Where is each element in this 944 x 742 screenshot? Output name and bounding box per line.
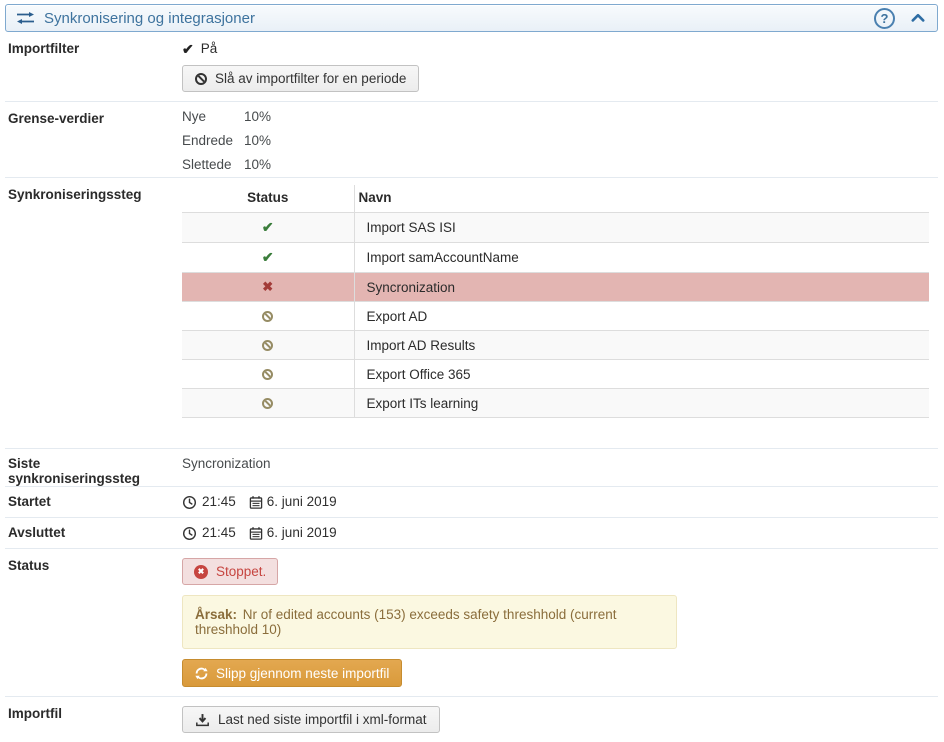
table-row: ✔ Import SAS ISI — [182, 213, 929, 243]
skipped-icon — [262, 340, 273, 351]
table-row: Import AD Results — [182, 331, 929, 360]
siste-steg-value: Syncronization — [182, 449, 938, 486]
status-badge-text: Stoppet. — [216, 564, 266, 579]
help-glyph: ? — [881, 11, 889, 26]
clock-icon — [182, 526, 197, 541]
section-importfilter: Importfilter ✔ På Slå av importfilter fo… — [5, 32, 938, 102]
skipped-icon — [262, 369, 273, 380]
status-badge: ✖ Stoppet. — [182, 558, 278, 585]
skipped-icon — [262, 311, 273, 322]
step-name: Export Office 365 — [354, 360, 929, 389]
reason-label: Årsak: — [195, 607, 237, 622]
limit-name: Slettede — [182, 153, 244, 177]
startet-label: Startet — [5, 487, 182, 517]
step-name: Export ITs learning — [354, 389, 929, 418]
column-header-navn: Navn — [354, 185, 929, 213]
sync-panel: Synkronisering og integrasjoner ? Import… — [0, 0, 944, 742]
siste-steg-label: Siste synkroniseringssteg — [5, 449, 182, 486]
panel-title: Synkronisering og integrasjoner — [44, 10, 874, 27]
refresh-icon — [195, 667, 208, 680]
calendar-icon — [249, 495, 263, 510]
section-grense-verdier: Grense-verdier Nye 10% Endrede 10% Slett… — [5, 102, 938, 178]
calendar-icon — [249, 526, 263, 541]
section-synkroniseringssteg: Synkroniseringssteg Status Navn ✔ Import… — [5, 178, 938, 449]
step-name: Import samAccountName — [354, 243, 929, 273]
clock-icon — [182, 495, 197, 510]
startet-datetime: 21:45 6. juni 2019 — [182, 494, 938, 509]
section-siste-steg: Siste synkroniseringssteg Syncronization — [5, 449, 938, 487]
step-name: Syncronization — [354, 273, 929, 302]
help-icon[interactable]: ? — [874, 8, 895, 29]
step-name: Export AD — [354, 302, 929, 331]
limit-value: 10% — [244, 129, 271, 153]
avsluttet-time: 21:45 — [202, 525, 236, 540]
limit-value: 10% — [244, 153, 271, 177]
table-row: Export ITs learning — [182, 389, 929, 418]
skipped-icon — [262, 398, 273, 409]
success-icon: ✔ — [262, 249, 274, 265]
startet-date: 6. juni 2019 — [267, 494, 337, 509]
step-name: Import AD Results — [354, 331, 929, 360]
release-next-importfile-button[interactable]: Slipp gjennom neste importfil — [182, 659, 402, 687]
importfilter-state-text: På — [201, 41, 218, 56]
section-startet: Startet 21:45 6. juni 2019 — [5, 487, 938, 518]
importfilter-state: ✔ På — [182, 41, 938, 56]
startet-time: 21:45 — [202, 494, 236, 509]
section-avsluttet: Avsluttet 21:45 6. juni 2019 — [5, 518, 938, 549]
limit-name: Endrede — [182, 129, 244, 153]
check-icon: ✔ — [182, 42, 194, 56]
disable-importfilter-button[interactable]: Slå av importfilter for en periode — [182, 65, 419, 92]
panel-header: Synkronisering og integrasjoner ? — [5, 4, 938, 32]
avsluttet-date: 6. juni 2019 — [267, 525, 337, 540]
error-icon: ✖ — [262, 279, 273, 294]
sync-swap-icon — [16, 11, 35, 25]
avsluttet-datetime: 21:45 6. juni 2019 — [182, 525, 938, 540]
collapse-chevron-up-icon[interactable] — [911, 13, 925, 23]
error-circle-icon: ✖ — [194, 565, 208, 579]
column-header-status: Status — [182, 185, 354, 213]
limit-row-slettede: Slettede 10% — [182, 153, 938, 177]
status-label: Status — [5, 549, 182, 696]
limit-row-endrede: Endrede 10% — [182, 129, 938, 153]
step-name: Import SAS ISI — [354, 213, 929, 243]
reason-text: Nr of edited accounts (153) exceeds safe… — [195, 607, 617, 637]
limit-value: 10% — [244, 105, 271, 129]
reason-alert: Årsak: Nr of edited accounts (153) excee… — [182, 595, 677, 649]
ban-icon — [195, 73, 207, 85]
avsluttet-label: Avsluttet — [5, 518, 182, 548]
section-status: Status ✖ Stoppet. Årsak: Nr of edited ac… — [5, 549, 938, 697]
sync-steps-table: Status Navn ✔ Import SAS ISI ✔ Import sa… — [182, 185, 929, 418]
limit-name: Nye — [182, 105, 244, 129]
importfilter-label: Importfilter — [5, 32, 182, 101]
synkroniseringssteg-label: Synkroniseringssteg — [5, 178, 182, 448]
table-row-error: ✖ Syncronization — [182, 273, 929, 302]
grense-verdier-label: Grense-verdier — [5, 102, 182, 177]
table-row: Export Office 365 — [182, 360, 929, 389]
table-row: Export AD — [182, 302, 929, 331]
limit-row-nye: Nye 10% — [182, 105, 938, 129]
success-icon: ✔ — [262, 219, 274, 235]
table-row: ✔ Import samAccountName — [182, 243, 929, 273]
